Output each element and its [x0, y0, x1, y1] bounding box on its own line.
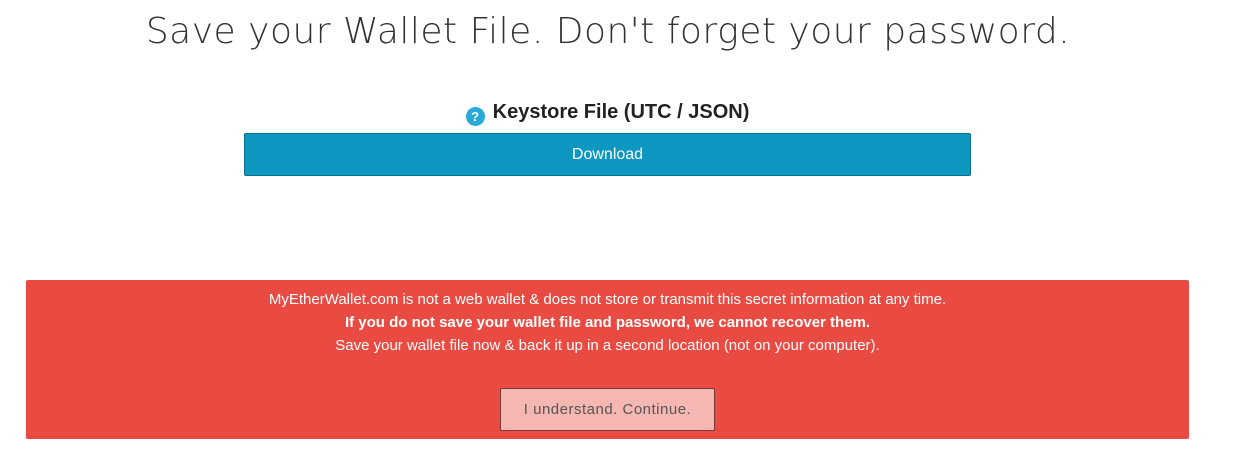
page-title: Save your Wallet File. Don't forget your…: [145, 11, 1071, 52]
save-wallet-page: Save your Wallet File. Don't forget your…: [0, 0, 1260, 469]
warning-panel: MyEtherWallet.com is not a web wallet & …: [26, 280, 1189, 439]
question-circle-icon[interactable]: ?: [465, 107, 485, 126]
keystore-heading: ? Keystore File (UTC / JSON): [244, 98, 971, 126]
download-button[interactable]: Download: [244, 133, 971, 176]
warning-text-recovery: If you do not save your wallet file and …: [344, 314, 871, 331]
keystore-heading-label: Keystore File (UTC / JSON): [492, 101, 750, 123]
warning-text-storage: MyEtherWallet.com is not a web wallet & …: [268, 291, 947, 308]
warning-text-backup: Save your wallet file now & back it up i…: [335, 337, 880, 354]
continue-button[interactable]: I understand. Continue.: [500, 388, 715, 431]
